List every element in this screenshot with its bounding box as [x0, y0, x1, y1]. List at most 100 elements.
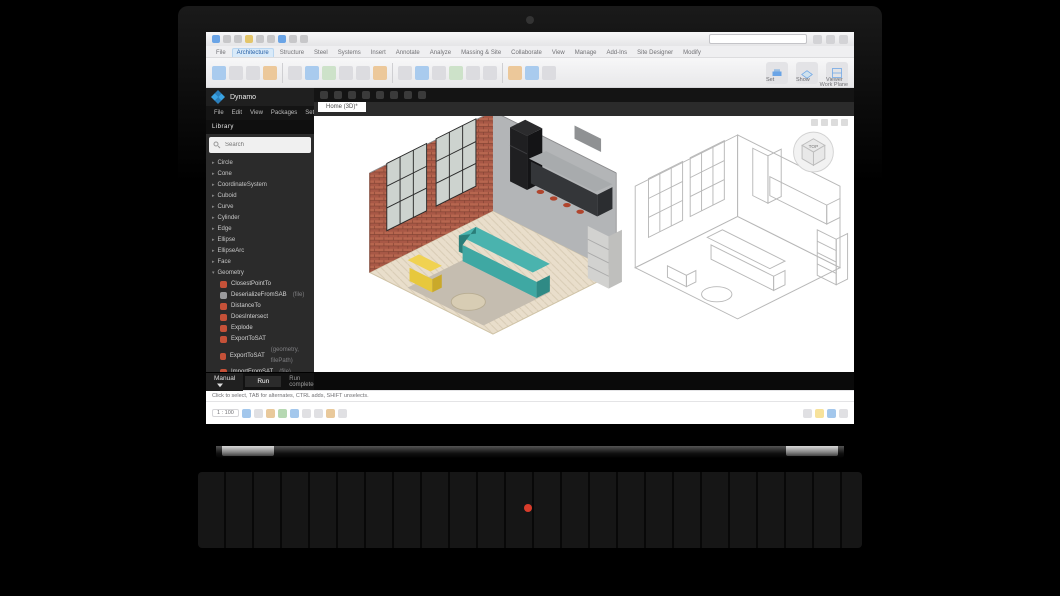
tree-category[interactable]: Curve	[212, 202, 314, 213]
canvas-control[interactable]	[831, 119, 838, 126]
status-icon[interactable]	[815, 409, 824, 418]
ribbon-button[interactable]	[525, 66, 539, 80]
ribbon-tab[interactable]: Collaborate	[507, 49, 546, 57]
status-icon[interactable]	[242, 409, 251, 418]
ribbon-tab[interactable]: Architecture	[232, 48, 274, 57]
tree-node[interactable]: Explode	[220, 323, 314, 334]
toolbar-icon[interactable]	[376, 91, 384, 99]
ribbon-tab[interactable]: Manage	[571, 49, 601, 57]
ribbon-button[interactable]	[508, 66, 522, 80]
status-icon[interactable]	[302, 409, 311, 418]
ribbon-button[interactable]	[263, 66, 277, 80]
qat-icon[interactable]	[289, 35, 297, 43]
status-icon[interactable]	[839, 409, 848, 418]
ribbon-button[interactable]	[305, 66, 319, 80]
ribbon-tab[interactable]: Analyze	[426, 49, 455, 57]
status-icon[interactable]	[803, 409, 812, 418]
status-icon[interactable]	[254, 409, 263, 418]
library-tree[interactable]: CircleConeCoordinateSystemCuboidCurveCyl…	[206, 156, 314, 372]
tree-node[interactable]: ClosestPointTo	[220, 279, 314, 290]
canvas-control[interactable]	[811, 119, 818, 126]
ribbon-tab[interactable]: Site Designer	[633, 49, 677, 57]
ribbon-button[interactable]	[246, 66, 260, 80]
canvas-control[interactable]	[841, 119, 848, 126]
status-icon[interactable]	[278, 409, 287, 418]
ribbon-button[interactable]	[322, 66, 336, 80]
menu-item[interactable]: Packages	[271, 110, 297, 116]
ribbon-tab[interactable]: Systems	[334, 49, 365, 57]
ribbon-tab[interactable]: Annotate	[392, 49, 424, 57]
toolbar-icon[interactable]	[334, 91, 342, 99]
tree-category[interactable]: Edge	[212, 224, 314, 235]
toolbar-icon[interactable]	[418, 91, 426, 99]
minimize-button[interactable]	[813, 35, 822, 44]
status-icon[interactable]	[326, 409, 335, 418]
ribbon-button[interactable]	[288, 66, 302, 80]
menu-item[interactable]: File	[214, 110, 224, 116]
ribbon-button[interactable]	[483, 66, 497, 80]
ribbon-tab[interactable]: Structure	[276, 49, 308, 57]
ribbon-button[interactable]	[432, 66, 446, 80]
library-search-input[interactable]	[221, 141, 307, 149]
run-mode-dropdown[interactable]: Manual	[206, 373, 243, 391]
run-button[interactable]: Run	[245, 376, 281, 387]
ribbon-button[interactable]	[449, 66, 463, 80]
ribbon-search-input[interactable]	[709, 34, 807, 44]
tree-node[interactable]: DistanceTo	[220, 301, 314, 312]
qat-icon[interactable]	[223, 35, 231, 43]
status-icon[interactable]	[338, 409, 347, 418]
tree-category[interactable]: Ellipse	[212, 235, 314, 246]
ribbon-button[interactable]	[398, 66, 412, 80]
tree-category[interactable]: Cone	[212, 169, 314, 180]
toolbar-icon[interactable]	[320, 91, 328, 99]
ribbon-tab[interactable]: Modify	[679, 49, 705, 57]
ribbon-button[interactable]	[356, 66, 370, 80]
qat-icon[interactable]	[212, 35, 220, 43]
ribbon-button[interactable]	[415, 66, 429, 80]
ribbon-button[interactable]	[229, 66, 243, 80]
tree-category[interactable]: Face	[212, 257, 314, 268]
tree-node[interactable]: DeserializeFromSAB(file)	[220, 290, 314, 301]
ribbon-tab[interactable]: Steel	[310, 49, 332, 57]
toolbar-icon[interactable]	[348, 91, 356, 99]
tree-node[interactable]: ExportToSAT(geometry, filePath)	[220, 345, 314, 367]
ribbon-button[interactable]	[466, 66, 480, 80]
ribbon-button[interactable]	[339, 66, 353, 80]
tree-node[interactable]: ExportToSAT	[220, 334, 314, 345]
tree-category[interactable]: Cuboid	[212, 191, 314, 202]
qat-icon[interactable]	[267, 35, 275, 43]
status-icon[interactable]	[290, 409, 299, 418]
ribbon-tab[interactable]: Insert	[367, 49, 390, 57]
ribbon-button[interactable]	[373, 66, 387, 80]
qat-icon[interactable]	[256, 35, 264, 43]
status-icon[interactable]	[266, 409, 275, 418]
ribbon-tab[interactable]: View	[548, 49, 569, 57]
status-icon[interactable]	[314, 409, 323, 418]
ribbon-tab[interactable]: Add-Ins	[602, 49, 631, 57]
toolbar-icon[interactable]	[404, 91, 412, 99]
ribbon-tab[interactable]: File	[212, 49, 230, 57]
close-button[interactable]	[839, 35, 848, 44]
view-scale[interactable]: 1 : 100	[212, 409, 239, 417]
maximize-button[interactable]	[826, 35, 835, 44]
tree-category[interactable]: Cylinder	[212, 213, 314, 224]
graph-tab[interactable]: Home (3D)*	[318, 102, 366, 112]
status-icon[interactable]	[827, 409, 836, 418]
tree-category[interactable]: CoordinateSystem	[212, 180, 314, 191]
canvas-control[interactable]	[821, 119, 828, 126]
tree-category[interactable]: Circle	[212, 158, 314, 169]
toolbar-icon[interactable]	[390, 91, 398, 99]
tree-category[interactable]: EllipseArc	[212, 246, 314, 257]
ribbon-button[interactable]	[542, 66, 556, 80]
qat-icon[interactable]	[278, 35, 286, 43]
ribbon-button[interactable]	[212, 66, 226, 80]
menu-item[interactable]: Edit	[232, 110, 242, 116]
graph-canvas[interactable]: TOP	[314, 116, 854, 372]
tree-node[interactable]: DoesIntersect	[220, 312, 314, 323]
tree-category[interactable]: Geometry	[212, 268, 314, 279]
ribbon-tab[interactable]: Massing & Site	[457, 49, 505, 57]
qat-icon[interactable]	[300, 35, 308, 43]
qat-icon[interactable]	[234, 35, 242, 43]
menu-item[interactable]: View	[250, 110, 263, 116]
toolbar-icon[interactable]	[362, 91, 370, 99]
